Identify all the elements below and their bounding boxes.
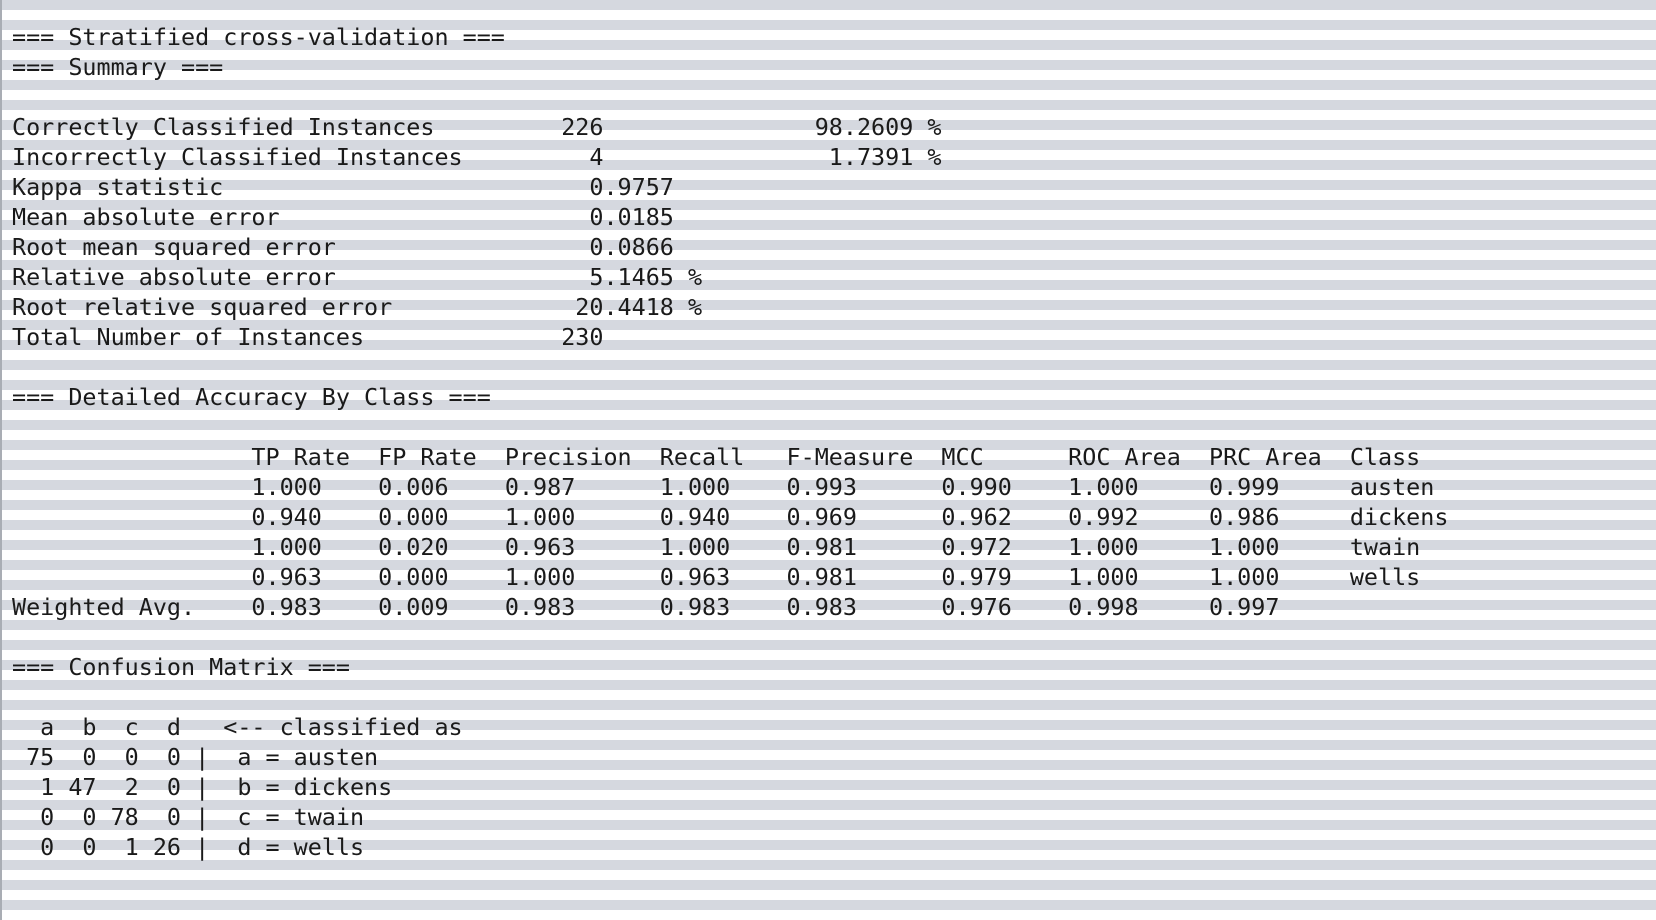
confusion-matrix-row-wells: 0 0 1 26 | d = wells (12, 833, 365, 861)
accuracy-row-austen: 1.000 0.006 0.987 1.000 0.993 0.990 1.00… (12, 473, 1435, 501)
section-header-summary: === Summary === (12, 53, 224, 81)
confusion-matrix-row-twain: 0 0 78 0 | c = twain (12, 803, 365, 831)
summary-mean-absolute-error: Mean absolute error 0.0185 (12, 203, 674, 231)
summary-kappa-statistic: Kappa statistic 0.9757 (12, 173, 674, 201)
accuracy-row-dickens: 0.940 0.000 1.000 0.940 0.969 0.962 0.99… (12, 503, 1449, 531)
classifier-output-text[interactable]: === Stratified cross-validation === === S… (12, 22, 1448, 862)
summary-incorrectly-classified: Incorrectly Classified Instances 4 1.739… (12, 143, 942, 171)
classifier-output-panel[interactable]: === Stratified cross-validation === === S… (0, 0, 1656, 920)
confusion-matrix-row-austen: 75 0 0 0 | a = austen (12, 743, 379, 771)
section-header-detailed-accuracy: === Detailed Accuracy By Class === (12, 383, 491, 411)
accuracy-row-weighted-avg: Weighted Avg. 0.983 0.009 0.983 0.983 0.… (12, 593, 1350, 621)
section-header-stratified-cv: === Stratified cross-validation === (12, 23, 505, 51)
summary-correctly-classified: Correctly Classified Instances 226 98.26… (12, 113, 942, 141)
summary-relative-absolute-error: Relative absolute error 5.1465 % (12, 263, 703, 291)
summary-root-mean-squared-error: Root mean squared error 0.0866 (12, 233, 674, 261)
section-header-confusion-matrix: === Confusion Matrix === (12, 653, 350, 681)
accuracy-table-header: TP Rate FP Rate Precision Recall F-Measu… (12, 443, 1421, 471)
confusion-matrix-row-dickens: 1 47 2 0 | b = dickens (12, 773, 393, 801)
accuracy-row-twain: 1.000 0.020 0.963 1.000 0.981 0.972 1.00… (12, 533, 1421, 561)
summary-total-instances: Total Number of Instances 230 (12, 323, 674, 351)
confusion-matrix-header: a b c d <-- classified as (12, 713, 463, 741)
summary-root-relative-squared-error: Root relative squared error 20.4418 % (12, 293, 703, 321)
accuracy-row-wells: 0.963 0.000 1.000 0.963 0.981 0.979 1.00… (12, 563, 1421, 591)
panel-bottom-edge (2, 915, 1656, 920)
